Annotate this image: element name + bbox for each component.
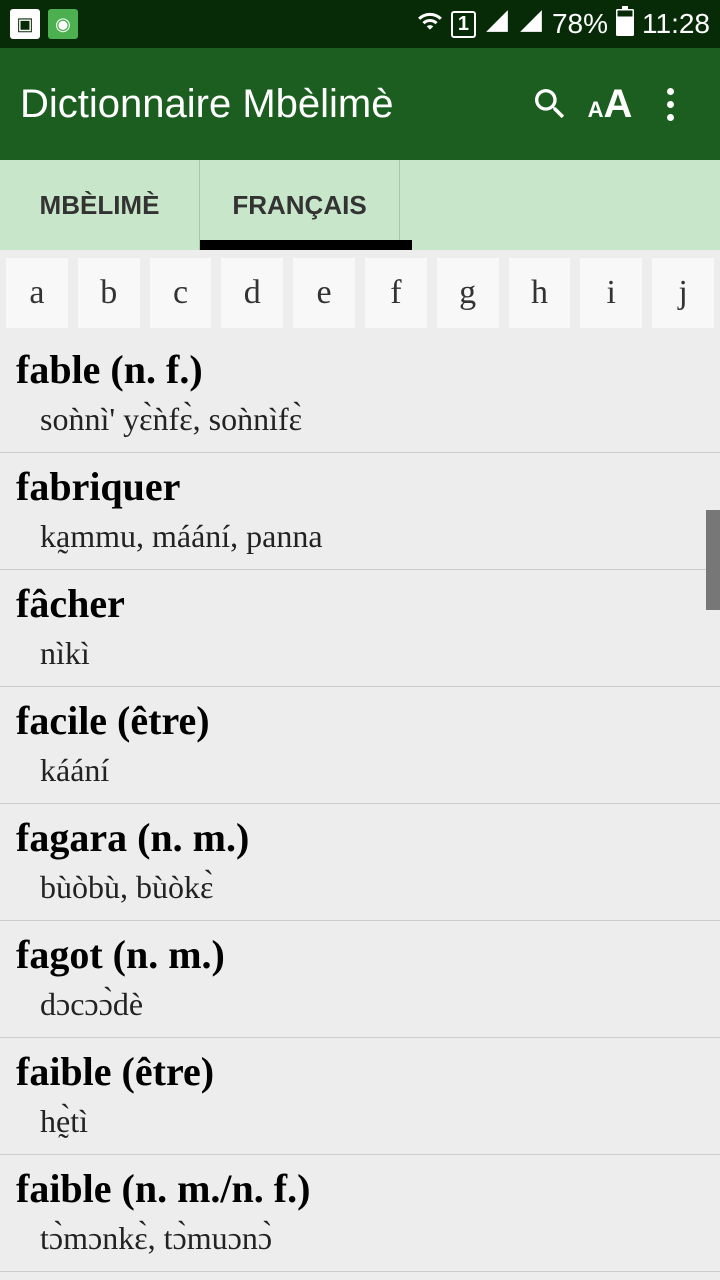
list-item[interactable]: fagot (n. m.) dɔcɔɔ̀dè — [0, 921, 720, 1038]
overflow-menu-button[interactable] — [640, 88, 700, 121]
entry-definition: hḛ̀tì — [16, 1103, 704, 1140]
alpha-g[interactable]: g — [437, 258, 499, 328]
more-vert-icon — [667, 88, 674, 121]
font-size-button[interactable]: AA — [580, 82, 640, 127]
alphabet-row: a b c d e f g h i j — [0, 250, 720, 336]
list-item[interactable]: facile (être) káání — [0, 687, 720, 804]
list-item[interactable]: fabriquer ka̰mmu, máání, panna — [0, 453, 720, 570]
entry-headword: fâcher — [16, 580, 704, 627]
battery-percent: 78% — [552, 8, 608, 40]
sim-icon: 1 — [451, 11, 476, 38]
tab-mbelime[interactable]: MBÈLIMÈ — [0, 160, 200, 250]
alpha-d[interactable]: d — [221, 258, 283, 328]
tab-francais[interactable]: FRANÇAIS — [200, 160, 400, 250]
entry-definition: káání — [16, 752, 704, 789]
entry-definition: nìkì — [16, 635, 704, 672]
entry-headword: fabriquer — [16, 463, 704, 510]
scrollbar-thumb[interactable] — [706, 510, 720, 610]
entry-headword: fable (n. f.) — [16, 346, 704, 393]
alpha-h[interactable]: h — [509, 258, 571, 328]
entry-definition: dɔcɔɔ̀dè — [16, 986, 704, 1023]
language-tabs: MBÈLIMÈ FRANÇAIS — [0, 160, 720, 250]
entry-headword: faible (être) — [16, 1048, 704, 1095]
app-icon: ◉ — [48, 9, 78, 39]
list-item[interactable]: faible (être) hḛ̀tì — [0, 1038, 720, 1155]
alpha-i[interactable]: i — [580, 258, 642, 328]
alpha-a[interactable]: a — [6, 258, 68, 328]
entry-definition: tɔ̀mɔnkɛ̀, tɔ̀muɔnɔ̀ — [16, 1220, 704, 1257]
entry-definition: bùòbù, bùòkɛ̀ — [16, 869, 704, 906]
signal-icon-1 — [484, 8, 510, 41]
entry-definition: ka̰mmu, máání, panna — [16, 518, 704, 555]
font-size-icon: AA — [588, 82, 633, 127]
entry-headword: fagot (n. m.) — [16, 931, 704, 978]
app-bar: Dictionnaire Mbèlimè AA — [0, 48, 720, 160]
tab-label: MBÈLIMÈ — [40, 190, 160, 221]
wifi-icon — [417, 8, 443, 41]
app-title: Dictionnaire Mbèlimè — [20, 82, 520, 127]
alpha-c[interactable]: c — [150, 258, 212, 328]
clock-time: 11:28 — [642, 8, 710, 40]
entry-headword: fagara (n. m.) — [16, 814, 704, 861]
list-item[interactable]: fable (n. f.) soǹnì' yɛ̀ǹfɛ̀, soǹnìfɛ̀ — [0, 336, 720, 453]
alpha-f[interactable]: f — [365, 258, 427, 328]
status-bar: ▣ ◉ 1 78% 11:28 — [0, 0, 720, 48]
list-item[interactable]: fâcher nìkì — [0, 570, 720, 687]
signal-icon-2 — [518, 8, 544, 41]
gallery-icon: ▣ — [10, 9, 40, 39]
list-item[interactable]: fagara (n. m.) bùòbù, bùòkɛ̀ — [0, 804, 720, 921]
alpha-e[interactable]: e — [293, 258, 355, 328]
entry-list: fable (n. f.) soǹnì' yɛ̀ǹfɛ̀, soǹnìfɛ̀ f… — [0, 336, 720, 1272]
alpha-b[interactable]: b — [78, 258, 140, 328]
search-icon — [530, 84, 570, 124]
search-button[interactable] — [520, 84, 580, 124]
list-item[interactable]: faible (n. m./n. f.) tɔ̀mɔnkɛ̀, tɔ̀muɔnɔ… — [0, 1155, 720, 1272]
battery-icon — [616, 6, 634, 43]
entry-headword: facile (être) — [16, 697, 704, 744]
entry-definition: soǹnì' yɛ̀ǹfɛ̀, soǹnìfɛ̀ — [16, 401, 704, 438]
tab-label: FRANÇAIS — [232, 190, 366, 221]
entry-headword: faible (n. m./n. f.) — [16, 1165, 704, 1212]
alpha-j[interactable]: j — [652, 258, 714, 328]
